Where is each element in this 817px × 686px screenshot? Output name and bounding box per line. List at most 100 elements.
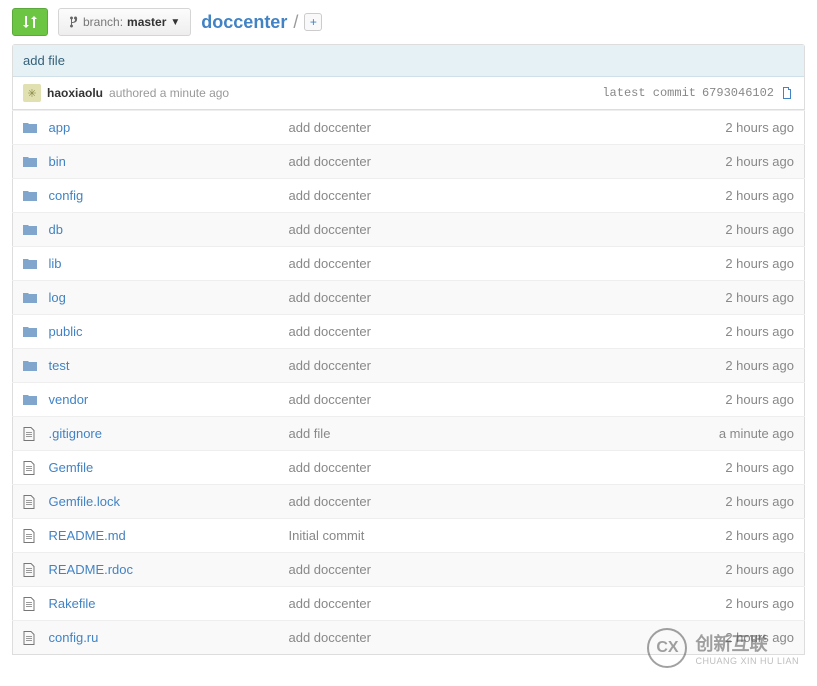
compare-button[interactable]	[12, 8, 48, 36]
file-link[interactable]: Gemfile.lock	[49, 494, 121, 509]
file-link[interactable]: test	[49, 358, 70, 373]
commit-authored-text: authored a minute ago	[109, 86, 229, 100]
commit-message[interactable]: add file	[279, 417, 645, 451]
file-link[interactable]: app	[49, 120, 71, 135]
table-row: config add doccenter2 hours ago	[13, 179, 805, 213]
file-link[interactable]: db	[49, 222, 63, 237]
files-table: appadd doccenter2 hours agobinadd doccen…	[12, 110, 805, 655]
table-row: public add doccenter2 hours ago	[13, 315, 805, 349]
breadcrumb-separator: /	[293, 12, 298, 33]
commit-meta: ✳ haoxiaolu authored a minute ago latest…	[13, 77, 804, 109]
folder-icon	[13, 111, 39, 145]
folder-icon	[13, 383, 39, 417]
commit-time: 2 hours ago	[645, 179, 805, 213]
commit-time: 2 hours ago	[645, 621, 805, 655]
repo-link[interactable]: doccenter	[201, 12, 287, 33]
file-icon	[13, 621, 39, 655]
commit-message[interactable]: add doccenter	[279, 383, 645, 417]
commit-message[interactable]: add doccenter	[279, 111, 645, 145]
commit-message[interactable]: add doccenter	[279, 485, 645, 519]
commit-message[interactable]: add doccenter	[279, 553, 645, 587]
file-link[interactable]: log	[49, 290, 66, 305]
commit-time: 2 hours ago	[645, 485, 805, 519]
table-row: lib add doccenter2 hours ago	[13, 247, 805, 281]
file-icon	[13, 485, 39, 519]
commit-message[interactable]: add doccenter	[279, 587, 645, 621]
table-row: Rakefile add doccenter2 hours ago	[13, 587, 805, 621]
file-link[interactable]: README.md	[49, 528, 126, 543]
chevron-down-icon: ▼	[170, 17, 180, 28]
commit-message[interactable]: add doccenter	[279, 145, 645, 179]
commit-message[interactable]: add doccenter	[279, 213, 645, 247]
file-icon	[13, 587, 39, 621]
commit-time: 2 hours ago	[645, 451, 805, 485]
commit-sha-block: latest commit 6793046102	[602, 86, 794, 100]
add-file-button[interactable]: +	[304, 13, 322, 31]
commit-time: 2 hours ago	[645, 553, 805, 587]
commit-sha[interactable]: 6793046102	[702, 86, 774, 100]
folder-icon	[13, 349, 39, 383]
file-link[interactable]: Rakefile	[49, 596, 96, 611]
table-row: log add doccenter2 hours ago	[13, 281, 805, 315]
commit-message[interactable]: add doccenter	[279, 281, 645, 315]
folder-icon	[13, 315, 39, 349]
watermark-sub: CHUANG XIN HU LIAN	[695, 656, 799, 666]
table-row: db add doccenter2 hours ago	[13, 213, 805, 247]
clipboard-icon[interactable]	[780, 86, 794, 100]
commit-time: 2 hours ago	[645, 145, 805, 179]
table-row: Gemfile.lock add doccenter2 hours ago	[13, 485, 805, 519]
commit-message[interactable]: add doccenter	[279, 247, 645, 281]
file-link[interactable]: .gitignore	[49, 426, 102, 441]
branch-icon	[69, 15, 79, 29]
folder-icon	[13, 145, 39, 179]
file-icon	[13, 553, 39, 587]
file-link[interactable]: config.ru	[49, 630, 99, 645]
table-row: .gitignore add filea minute ago	[13, 417, 805, 451]
branch-name: master	[127, 15, 166, 29]
commit-time: 2 hours ago	[645, 587, 805, 621]
commit-message[interactable]: Initial commit	[279, 519, 645, 553]
commit-message[interactable]: add doccenter	[279, 179, 645, 213]
table-row: appadd doccenter2 hours ago	[13, 111, 805, 145]
file-link[interactable]: config	[49, 188, 84, 203]
commit-message[interactable]: add doccenter	[279, 315, 645, 349]
file-link[interactable]: vendor	[49, 392, 89, 407]
commit-author-block: ✳ haoxiaolu authored a minute ago	[23, 84, 229, 102]
top-bar: branch: master ▼ doccenter / +	[0, 0, 817, 44]
table-row: README.md Initial commit2 hours ago	[13, 519, 805, 553]
commit-message[interactable]: add doccenter	[279, 451, 645, 485]
folder-icon	[13, 179, 39, 213]
commit-time: a minute ago	[645, 417, 805, 451]
breadcrumb: doccenter / +	[201, 12, 322, 33]
commit-time: 2 hours ago	[645, 315, 805, 349]
folder-icon	[13, 213, 39, 247]
table-row: config.ru add doccenter2 hours ago	[13, 621, 805, 655]
file-link[interactable]: README.rdoc	[49, 562, 134, 577]
commit-time: 2 hours ago	[645, 213, 805, 247]
file-link[interactable]: bin	[49, 154, 66, 169]
plus-icon: +	[310, 15, 317, 29]
table-row: bin add doccenter2 hours ago	[13, 145, 805, 179]
file-icon	[13, 417, 39, 451]
table-row: README.rdoc add doccenter2 hours ago	[13, 553, 805, 587]
commit-message[interactable]: add doccenter	[279, 621, 645, 655]
commit-time: 2 hours ago	[645, 383, 805, 417]
table-row: Gemfile add doccenter2 hours ago	[13, 451, 805, 485]
file-icon	[13, 519, 39, 553]
commit-author[interactable]: haoxiaolu	[47, 86, 103, 100]
commit-time: 2 hours ago	[645, 281, 805, 315]
file-link[interactable]: Gemfile	[49, 460, 94, 475]
compare-icon	[22, 14, 38, 30]
commit-title: add file	[13, 45, 804, 77]
file-link[interactable]: public	[49, 324, 83, 339]
file-link[interactable]: lib	[49, 256, 62, 271]
commit-panel: add file ✳ haoxiaolu authored a minute a…	[12, 44, 805, 110]
branch-selector[interactable]: branch: master ▼	[58, 8, 191, 36]
commit-message[interactable]: add doccenter	[279, 349, 645, 383]
table-row: testadd doccenter2 hours ago	[13, 349, 805, 383]
commit-time: 2 hours ago	[645, 247, 805, 281]
latest-commit-label: latest commit	[602, 86, 696, 100]
folder-icon	[13, 281, 39, 315]
avatar: ✳	[23, 84, 41, 102]
commit-time: 2 hours ago	[645, 519, 805, 553]
